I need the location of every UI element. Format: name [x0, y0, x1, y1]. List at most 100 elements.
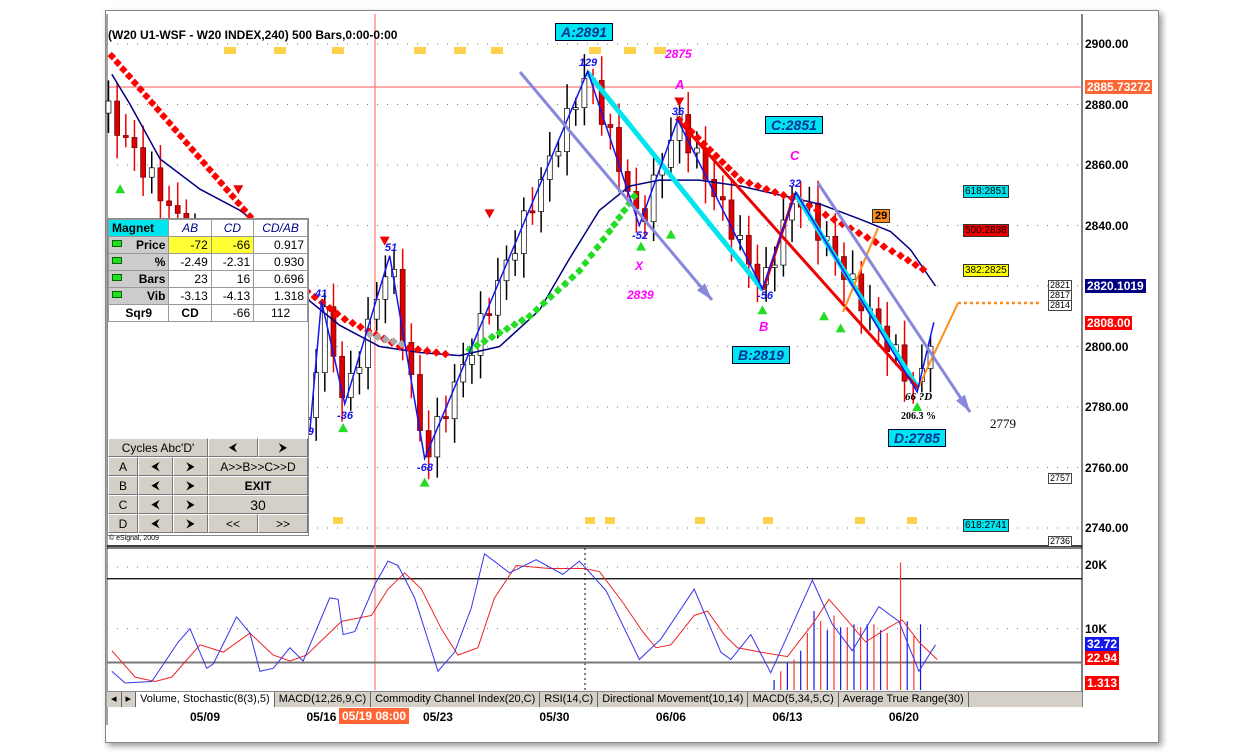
- cell: -66: [210, 304, 255, 322]
- sar-dot-red: [211, 172, 220, 181]
- d-prev-button[interactable]: ⮜: [138, 514, 173, 533]
- candle-body: [166, 200, 172, 206]
- cell: 0.917: [253, 236, 308, 254]
- scroll-right-button[interactable]: ▸: [122, 692, 137, 707]
- candle-body: [607, 124, 614, 128]
- rewind-button[interactable]: <<: [208, 514, 258, 533]
- sar-dot-green: [525, 312, 534, 321]
- cell: 16: [210, 270, 255, 288]
- sar-dot-green: [560, 279, 570, 289]
- sqr9-label: Sqr9: [107, 304, 170, 322]
- cell: 23: [168, 270, 212, 288]
- arrow-head-icon: [956, 394, 970, 412]
- sar-dot-green: [495, 328, 504, 338]
- price-tick: 2880.00: [1085, 97, 1129, 112]
- sar-dot-green: [581, 258, 590, 268]
- tab-rsi[interactable]: RSI(14,C): [540, 692, 599, 707]
- sar-dot-red: [124, 71, 134, 81]
- led-icon: [112, 291, 122, 298]
- sar-dot-red: [188, 145, 197, 154]
- forward-button[interactable]: >>: [258, 514, 308, 533]
- tab-dmi[interactable]: Directional Movement(10,14): [598, 692, 749, 707]
- sar-dot-red: [879, 242, 889, 251]
- sar-dot-red: [119, 65, 128, 74]
- b-prev-button[interactable]: ⮜: [138, 476, 173, 495]
- cell: CD: [168, 304, 212, 322]
- c-prev-button[interactable]: ⮜: [138, 495, 173, 514]
- candle-body: [174, 205, 181, 214]
- level-box: 2814: [1048, 300, 1073, 311]
- a-next-button[interactable]: ⮞: [173, 457, 208, 476]
- sar-dot-red: [199, 158, 209, 168]
- candle-body: [469, 354, 475, 365]
- sar-dot-red: [863, 233, 872, 242]
- fib-level-382: 382:2825: [963, 264, 1009, 277]
- level-box: 2757: [1048, 473, 1073, 484]
- cell: -66: [210, 236, 255, 254]
- sar-dot-red: [147, 98, 157, 108]
- fib-level-618-low: 618:2741: [963, 519, 1009, 532]
- trend-arrow: [816, 182, 972, 413]
- scroll-left-button[interactable]: ◂: [107, 692, 122, 707]
- buy-signal-icon: [665, 229, 676, 239]
- indicator-tabs: ◂ ▸ Volume, Stochastic(8(3),5) MACD(12,2…: [107, 691, 1082, 707]
- exit-button[interactable]: EXIT: [208, 476, 308, 495]
- stoch-k-value: 32.72: [1085, 637, 1120, 651]
- last-price: 2808.00: [1085, 316, 1133, 330]
- c-next-button[interactable]: ⮞: [173, 495, 208, 514]
- price-tick: 2840.00: [1085, 218, 1129, 233]
- d-point-label: 66 ?D: [905, 391, 933, 403]
- cycles-next-button[interactable]: ⮞: [258, 438, 308, 457]
- ma-price: 2820.1019: [1085, 279, 1146, 293]
- buy-signal-icon: [338, 423, 349, 433]
- candle-body: [382, 276, 389, 300]
- tab-cci[interactable]: Commodity Channel Index(20,C): [371, 692, 541, 707]
- tab-macd-5-34[interactable]: MACD(5,34,5,C): [748, 692, 839, 707]
- row-price[interactable]: Price: [107, 236, 170, 254]
- sar-dot-red: [903, 256, 913, 265]
- b-next-button[interactable]: ⮞: [173, 476, 208, 495]
- zigzag-label: -56: [757, 290, 773, 302]
- sar-dot-red: [113, 58, 122, 68]
- row-bars[interactable]: Bars: [107, 270, 170, 288]
- sar-dot-red: [165, 118, 174, 128]
- zigzag-label: 51: [384, 242, 398, 254]
- row-vib[interactable]: Vib: [107, 287, 170, 305]
- sar-dot-red: [854, 228, 864, 238]
- orange-count-box: 29: [872, 209, 891, 223]
- date-tick: 06/20: [888, 710, 919, 724]
- table-row: Price -72 -66 0.917: [107, 236, 308, 254]
- sar-dot-green: [502, 324, 512, 333]
- tab-macd[interactable]: MACD(12,26,9,C): [275, 692, 372, 707]
- candle-body: [443, 416, 449, 420]
- stoch-d-value: 22.94: [1085, 651, 1120, 665]
- tab-volume-stochastic[interactable]: Volume, Stochastic(8(3),5): [136, 692, 275, 707]
- label-2875: 2875: [665, 47, 692, 61]
- d-next-button[interactable]: ⮞: [173, 514, 208, 533]
- a-prev-button[interactable]: ⮜: [138, 457, 173, 476]
- sar-dot-red: [736, 175, 746, 185]
- sequence-button[interactable]: A>>B>>C>>D: [208, 457, 308, 476]
- sar-dot-red: [153, 105, 163, 114]
- price-tick: 2740.00: [1085, 521, 1129, 535]
- sar-dot-red: [896, 251, 905, 260]
- sell-signal-icon: [484, 209, 495, 219]
- cycles-prev-button[interactable]: ⮜: [208, 438, 258, 457]
- buy-signal-icon: [757, 305, 768, 315]
- candle-body: [131, 137, 138, 148]
- label-b: B: [759, 319, 769, 334]
- sar-dot-red: [193, 152, 203, 161]
- tab-atr[interactable]: Average True Range(30): [839, 692, 969, 707]
- table-row: Sqr9 CD -66 112: [107, 304, 308, 322]
- row-d-label: D: [108, 514, 138, 533]
- sar-dot-green: [610, 220, 619, 229]
- zigzag-label: -68: [417, 462, 433, 474]
- row-percent[interactable]: %: [107, 253, 170, 271]
- count-field[interactable]: 30: [208, 495, 308, 514]
- cell: -3.13: [168, 287, 212, 305]
- col-ab: AB: [168, 219, 212, 237]
- cycles-controls: Cycles Abc'D' ⮜ ⮞ A ⮜ ⮞ A>>B>>C>>D B ⮜ ⮞ EXIT C ⮜…: [108, 438, 308, 533]
- zigzag-label: 41: [314, 288, 328, 300]
- cycle-marker: [332, 47, 344, 54]
- sar-dot-red: [340, 315, 350, 324]
